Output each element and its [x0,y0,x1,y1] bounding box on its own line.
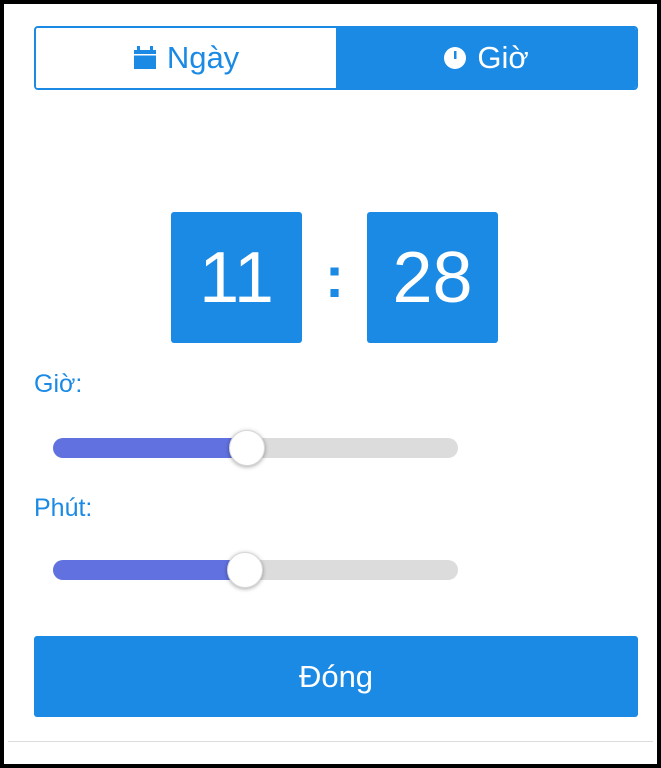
hour-slider-label: Giờ: [34,370,83,398]
minute-slider-fill [53,560,246,580]
minute-slider-label: Phút: [34,494,93,522]
tab-time-label: Giờ [477,40,529,75]
hour-slider-fill [53,438,247,458]
bottom-divider [8,741,653,742]
calendar-icon [133,46,157,70]
hour-slider-thumb[interactable] [228,430,265,466]
clock-icon [443,46,467,70]
date-time-tabs: Ngày Giờ [34,26,638,90]
time-separator: : [324,245,345,310]
time-display: 11 : 28 [171,212,498,343]
hour-display: 11 [171,212,302,343]
time-picker-panel: Ngày Giờ 11 : 28 Giờ: Phút: Đóng [0,0,661,768]
hour-slider[interactable] [53,430,458,466]
minute-display: 28 [367,212,498,343]
tab-time[interactable]: Giờ [336,28,636,88]
minute-slider-thumb[interactable] [227,552,264,588]
tab-date-label: Ngày [166,40,240,75]
close-button[interactable]: Đóng [34,636,638,717]
minute-slider[interactable] [53,552,458,588]
tab-date[interactable]: Ngày [36,28,336,88]
